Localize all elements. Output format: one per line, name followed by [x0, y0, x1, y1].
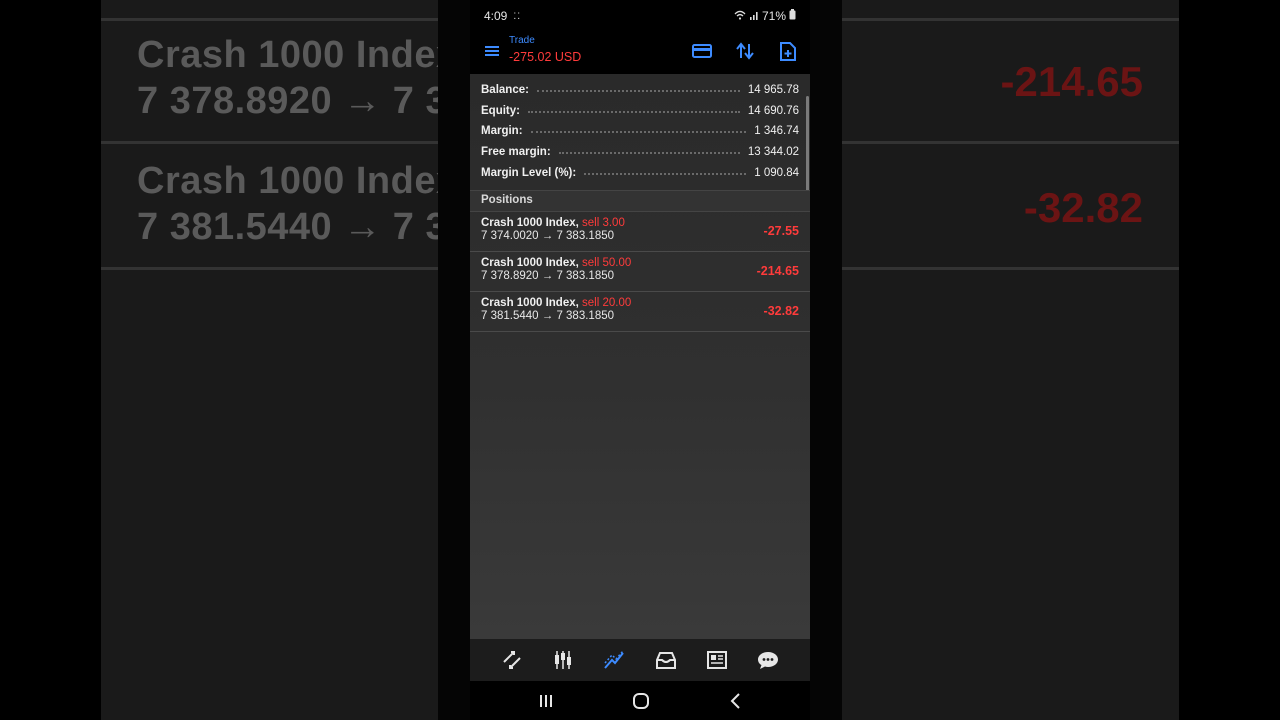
battery-level: 71%	[761, 9, 786, 23]
battery-icon	[789, 9, 796, 23]
account-row-balance: Balance: 14 965.78	[481, 84, 799, 97]
signal-icon	[749, 9, 759, 23]
account-row-margin: Margin: 1 346.74	[481, 125, 799, 138]
scrollbar[interactable]	[806, 96, 809, 202]
chart-icon[interactable]	[548, 645, 578, 675]
position-profit: -27.55	[763, 224, 799, 238]
position-symbol: Crash 1000 Index,	[481, 217, 579, 229]
position-side: sell 3.00	[582, 217, 625, 229]
position-side: sell 50.00	[582, 257, 632, 269]
new-order-icon[interactable]	[775, 39, 801, 63]
trade-content[interactable]: Balance: 14 965.78 Equity: 14 690.76 Mar…	[470, 74, 810, 639]
bg-symbol: Crash 1000 Index,	[137, 34, 438, 76]
menu-icon[interactable]	[482, 42, 502, 60]
deposit-card-icon[interactable]	[689, 39, 715, 63]
position-prices: 7 381.5440 → 7 383.1850	[481, 310, 615, 322]
background-left-text: Crash 1000 Index, s 7 378.8920 → 7 38 Cr…	[101, 0, 438, 720]
trade-icon[interactable]	[599, 645, 629, 675]
news-icon[interactable]	[702, 645, 732, 675]
system-navigation	[470, 681, 810, 720]
position-prices: 7 374.0020 → 7 383.1850	[481, 230, 615, 242]
quotes-icon[interactable]	[497, 645, 527, 675]
position-symbol: Crash 1000 Index,	[481, 297, 579, 309]
position-row[interactable]: Crash 1000 Index, sell 3.00 7 374.0020 →…	[470, 212, 810, 252]
page-title: Trade	[509, 35, 535, 46]
recent-apps-icon[interactable]	[538, 693, 554, 714]
positions-list: Crash 1000 Index, sell 3.00 7 374.0020 →…	[470, 212, 810, 332]
history-icon[interactable]	[651, 645, 681, 675]
app-bar: Trade -275.02 USD	[470, 32, 810, 74]
account-row-equity: Equity: 14 690.76	[481, 104, 799, 117]
status-time: 4:09	[484, 9, 508, 23]
phone-screen: 4:09 ⁚⁚ 71% Trade -275.02 USD Balance: 1…	[470, 0, 810, 720]
bg-symbol: Crash 1000 Index,	[137, 160, 438, 202]
home-icon[interactable]	[632, 692, 650, 715]
bg-profit: -214.65	[1000, 58, 1143, 105]
back-icon[interactable]	[728, 692, 744, 715]
messages-icon[interactable]	[753, 645, 783, 675]
bg-profit: -32.82	[1023, 184, 1143, 231]
bottom-navigation	[470, 639, 810, 681]
position-profit: -32.82	[763, 304, 799, 318]
account-row-free-margin: Free margin: 13 344.02	[481, 146, 799, 159]
account-row-margin-level: Margin Level (%): 1 090.84	[481, 166, 799, 179]
sort-icon[interactable]	[732, 39, 758, 63]
wifi-icon	[734, 9, 746, 23]
position-row[interactable]: Crash 1000 Index, sell 20.00 7 381.5440 …	[470, 292, 810, 332]
position-profit: -214.65	[756, 264, 799, 278]
position-side: sell 20.00	[582, 297, 632, 309]
bg-prices: 7 381.5440 → 7 38	[137, 206, 438, 248]
positions-header: Positions	[470, 190, 810, 212]
status-bar: 4:09 ⁚⁚ 71%	[470, 0, 810, 32]
notification-dots-icon: ⁚⁚	[513, 10, 522, 21]
total-profit: -275.02 USD	[509, 50, 582, 64]
position-row[interactable]: Crash 1000 Index, sell 50.00 7 378.8920 …	[470, 252, 810, 292]
position-prices: 7 378.8920 → 7 383.1850	[481, 270, 615, 282]
position-symbol: Crash 1000 Index,	[481, 257, 579, 269]
account-summary: Balance: 14 965.78 Equity: 14 690.76 Mar…	[470, 74, 810, 183]
bg-prices: 7 378.8920 → 7 38	[137, 80, 438, 122]
